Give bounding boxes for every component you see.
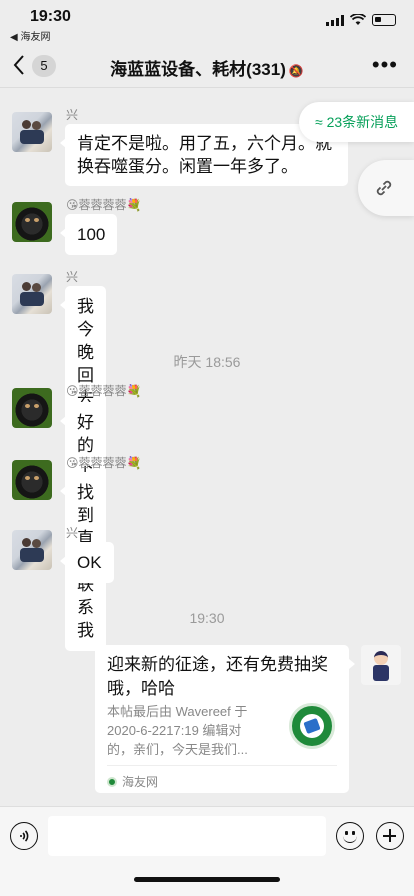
emoji-icon[interactable] xyxy=(336,822,364,850)
chevron-left-icon[interactable] xyxy=(12,54,26,80)
sender-name: 兴 xyxy=(66,270,79,284)
card-title-line: 哦，哈哈 xyxy=(107,679,175,698)
card-divider xyxy=(107,765,337,766)
card-title: 迎来新的征途，还有免费抽奖 哦，哈哈 xyxy=(107,653,337,701)
card-desc-line: 的，亲们，今天是我们... xyxy=(107,742,248,757)
source-logo-icon xyxy=(107,776,117,787)
card-source: 海友网 xyxy=(107,773,158,790)
link-icon[interactable] xyxy=(358,160,414,216)
timestamp: 昨天 18:56 xyxy=(173,354,241,370)
my-avatar[interactable] xyxy=(361,645,401,685)
battery-icon xyxy=(372,14,396,26)
message-text: OK xyxy=(77,553,102,572)
timestamp: 19:30 xyxy=(189,610,225,626)
sender-name: 😘蓉蓉蓉蓉💐 xyxy=(66,456,142,470)
avatar[interactable] xyxy=(12,202,52,242)
home-indicator[interactable] xyxy=(134,877,280,882)
input-bar xyxy=(0,806,414,896)
chat-title-text: 海蓝蓝设备、耗材(331) xyxy=(110,60,286,79)
card-description: 本帖最后由 Wavereef 于 2020-6-2217:19 编辑对 的，亲们… xyxy=(107,702,277,759)
message-bubble[interactable]: OK xyxy=(60,542,114,583)
sender-name: 😘蓉蓉蓉蓉💐 xyxy=(66,198,142,212)
new-messages-button[interactable]: ≈ 23条新消息 xyxy=(299,102,414,142)
chat-title[interactable]: 海蓝蓝设备、耗材(331) 🔕 xyxy=(60,55,354,80)
link-card-message[interactable]: 迎来新的征途，还有免费抽奖 哦，哈哈 本帖最后由 Wavereef 于 2020… xyxy=(95,645,355,793)
sender-name: 兴 xyxy=(66,108,79,122)
avatar[interactable] xyxy=(12,274,52,314)
signal-icon xyxy=(326,14,344,26)
message-text: 好的 xyxy=(77,413,94,455)
status-icons xyxy=(326,14,396,26)
back-to-app-link[interactable]: ◀ 海友网 xyxy=(10,28,50,43)
card-desc-line: 本帖最后由 Wavereef 于 xyxy=(107,704,248,719)
sender-name: 😘蓉蓉蓉蓉💐 xyxy=(66,384,142,398)
message-text-line: 换吞噬蛋分。闲置一年多了。 xyxy=(77,157,298,176)
message-text-line: 肯定不是啦。用了五，六个月。就 xyxy=(77,134,332,153)
new-messages-label: ≈ 23条新消息 xyxy=(315,114,399,130)
sender-name: 兴 xyxy=(66,526,79,540)
avatar[interactable] xyxy=(12,388,52,428)
wifi-icon xyxy=(350,14,366,25)
avatar[interactable] xyxy=(12,460,52,500)
site-logo-icon xyxy=(289,703,335,749)
card-source-name: 海友网 xyxy=(122,775,159,789)
avatar[interactable] xyxy=(12,112,52,152)
card-desc-line: 2020-6-2217:19 编辑对 xyxy=(107,723,242,738)
unread-count-badge[interactable]: 5 xyxy=(32,55,56,77)
plus-icon[interactable] xyxy=(376,822,404,850)
message-text: 100 xyxy=(77,225,106,244)
avatar[interactable] xyxy=(12,530,52,570)
status-bar: 19:30 ◀ 海友网 xyxy=(0,0,414,44)
chat-header: 5 海蓝蓝设备、耗材(331) 🔕 ••• xyxy=(0,44,414,88)
more-icon[interactable]: ••• xyxy=(372,52,398,78)
card-title-line: 迎来新的征途，还有免费抽奖 xyxy=(107,655,328,674)
voice-icon[interactable] xyxy=(10,822,38,850)
status-time: 19:30 xyxy=(30,8,71,25)
message-bubble[interactable]: 100 xyxy=(59,214,118,255)
message-input[interactable] xyxy=(48,816,326,856)
bell-off-icon: 🔕 xyxy=(288,64,304,78)
